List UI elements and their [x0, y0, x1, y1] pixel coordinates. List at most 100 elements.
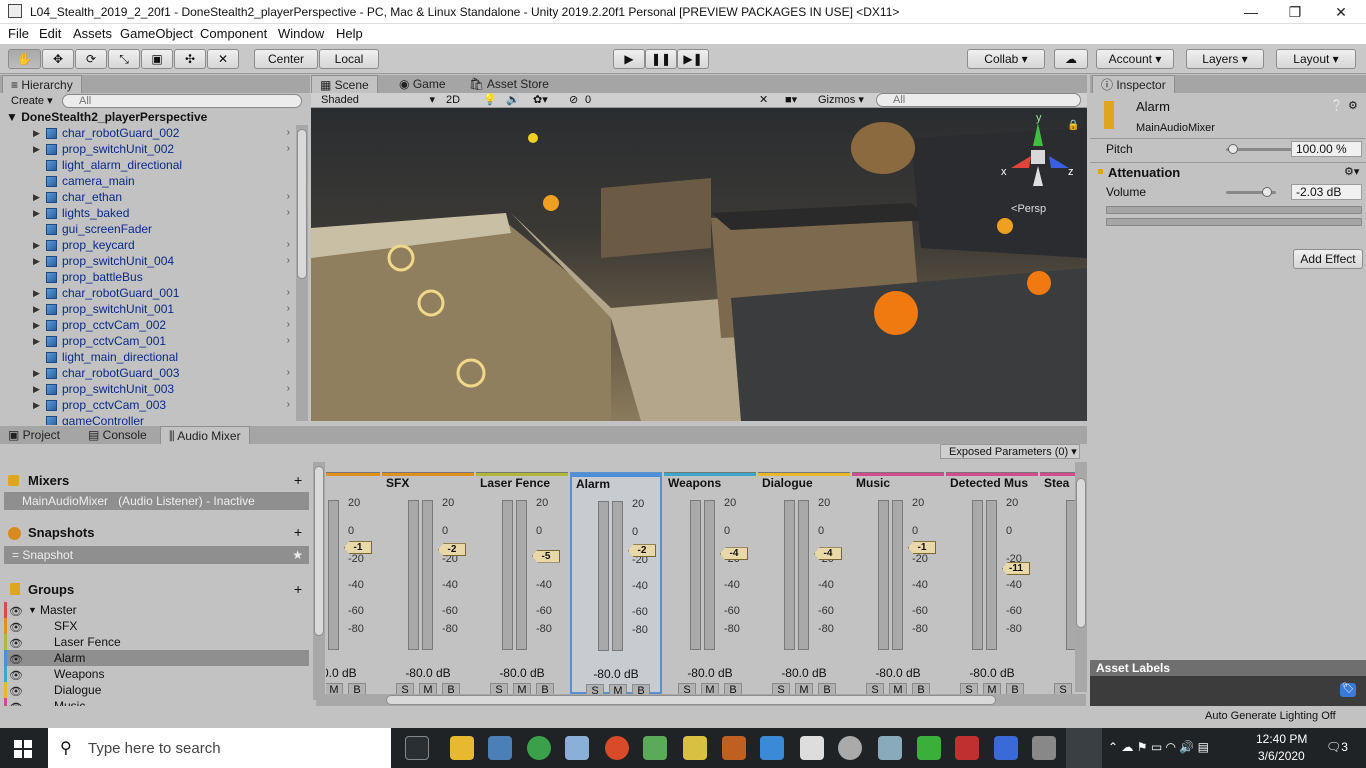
- hierarchy-item[interactable]: ▶ prop_switchUnit_003 ›: [0, 381, 296, 397]
- expand-arrow-icon[interactable]: ▶: [33, 365, 40, 381]
- prefab-arrow-icon[interactable]: ›: [287, 205, 290, 221]
- mixer-sidebar-scrollbar[interactable]: [313, 462, 325, 700]
- hierarchy-item[interactable]: gameController: [0, 413, 296, 425]
- volume-fader-handle[interactable]: -1: [908, 541, 936, 555]
- app-icon-3[interactable]: [683, 736, 707, 760]
- hierarchy-item[interactable]: camera_main: [0, 173, 296, 189]
- prefab-arrow-icon[interactable]: ›: [287, 317, 290, 333]
- group-row[interactable]: 👁 ▼ Master: [4, 602, 309, 618]
- mixer-sidebar-scroll-thumb[interactable]: [314, 466, 324, 636]
- hierarchy-item[interactable]: ▶ char_robotGuard_002 ›: [0, 125, 296, 141]
- clock-date[interactable]: 3/6/2020: [1258, 749, 1305, 763]
- app-icon-9[interactable]: [994, 736, 1018, 760]
- mixer-strip[interactable]: Detected Mus 20 0 -20 -40 -60 -80 -11 -80.0 dB S M…: [946, 472, 1038, 697]
- pitch-slider-knob[interactable]: [1227, 144, 1238, 154]
- clock-time[interactable]: 12:40 PM: [1256, 732, 1307, 746]
- volume-fader-handle[interactable]: -4: [814, 547, 842, 561]
- expand-arrow-icon[interactable]: ▶: [33, 333, 40, 349]
- layers-dropdown[interactable]: Layers ▾: [1186, 49, 1264, 69]
- attenuation-gear-icon[interactable]: ⚙▾: [1344, 165, 1359, 178]
- app-icon-10[interactable]: [1032, 736, 1056, 760]
- group-row[interactable]: 👁Music: [4, 698, 309, 706]
- volume-fader-handle[interactable]: -2: [628, 544, 656, 558]
- star-icon[interactable]: ★: [292, 546, 303, 564]
- expand-arrow-icon[interactable]: ▶: [33, 141, 40, 157]
- tab-project[interactable]: ▣ Project: [0, 426, 68, 444]
- app-icon-5[interactable]: [760, 736, 784, 760]
- layout-dropdown[interactable]: Layout ▾: [1276, 49, 1356, 69]
- expand-arrow-icon[interactable]: ▶: [33, 237, 40, 253]
- hierarchy-item[interactable]: ▶ prop_cctvCam_001 ›: [0, 333, 296, 349]
- expand-arrow-icon[interactable]: ▶: [33, 253, 40, 269]
- tab-inspector[interactable]: ⓘ Inspector: [1092, 75, 1175, 93]
- expand-arrow-icon[interactable]: ▶: [33, 205, 40, 221]
- mixer-strip[interactable]: ter200-20-40-60-80-1-80.0 dBSMB: [326, 472, 380, 697]
- prefab-arrow-icon[interactable]: ›: [287, 285, 290, 301]
- notifications-icon[interactable]: 🗨3: [1326, 740, 1348, 754]
- prefab-arrow-icon[interactable]: ›: [287, 253, 290, 269]
- expand-arrow-icon[interactable]: ▶: [33, 397, 40, 413]
- volume-fader-handle[interactable]: -5: [532, 549, 560, 563]
- asset-labels-bar[interactable]: Asset Labels: [1090, 660, 1366, 676]
- group-row[interactable]: 👁 Alarm: [4, 650, 309, 666]
- menu-assets[interactable]: Assets: [73, 26, 112, 41]
- hierarchy-scroll-thumb[interactable]: [297, 129, 307, 279]
- expand-arrow-icon[interactable]: ▶: [33, 301, 40, 317]
- settings-icon[interactable]: [838, 736, 862, 760]
- add-group-button[interactable]: +: [294, 581, 302, 597]
- hierarchy-item[interactable]: ▶ prop_switchUnit_001 ›: [0, 301, 296, 317]
- volume-fader-handle[interactable]: -4: [720, 547, 748, 561]
- menu-file[interactable]: File: [8, 26, 29, 41]
- volume-slider-knob[interactable]: [1262, 187, 1272, 197]
- hierarchy-item[interactable]: light_alarm_directional: [0, 157, 296, 173]
- custom-tool-icon[interactable]: ✕: [207, 49, 239, 69]
- group-row[interactable]: 👁 Dialogue: [4, 682, 309, 698]
- mixer-strip[interactable]: Dialogue200-20-40-60-80-4-80.0 dBSMB: [758, 472, 850, 697]
- hierarchy-item[interactable]: ▶ char_robotGuard_001 ›: [0, 285, 296, 301]
- add-mixer-button[interactable]: +: [294, 472, 302, 488]
- hand-tool-icon[interactable]: ✋: [8, 49, 41, 69]
- close-button[interactable]: ✕: [1318, 0, 1364, 24]
- app-icon-8[interactable]: [955, 736, 979, 760]
- prefab-arrow-icon[interactable]: ›: [287, 301, 290, 317]
- settings-gear-icon[interactable]: ⚙: [1348, 99, 1358, 112]
- snapshot-entry[interactable]: = Snapshot ★: [4, 546, 309, 564]
- account-dropdown[interactable]: Account ▾: [1096, 49, 1174, 69]
- expand-arrow-icon[interactable]: ▶: [33, 189, 40, 205]
- app-icon-2[interactable]: [643, 736, 667, 760]
- expand-arrow-icon[interactable]: ▶: [33, 381, 40, 397]
- tab-audio-mixer[interactable]: ⫼ Audio Mixer: [160, 426, 250, 444]
- menu-gameobject[interactable]: GameObject: [120, 26, 193, 41]
- volume-fader-handle[interactable]: -2: [438, 543, 466, 557]
- mixer-v-scrollbar[interactable]: [1075, 462, 1087, 692]
- hierarchy-item[interactable]: gui_screenFader: [0, 221, 296, 237]
- task-view-icon[interactable]: [405, 736, 429, 760]
- menu-edit[interactable]: Edit: [39, 26, 61, 41]
- hierarchy-item[interactable]: prop_battleBus: [0, 269, 296, 285]
- group-row[interactable]: 👁 Weapons: [4, 666, 309, 682]
- hierarchy-item[interactable]: ▶ char_ethan ›: [0, 189, 296, 205]
- prefab-arrow-icon[interactable]: ›: [287, 125, 290, 141]
- move-tool-icon[interactable]: ✥: [42, 49, 74, 69]
- add-snapshot-button[interactable]: +: [294, 524, 302, 540]
- hierarchy-scrollbar[interactable]: [296, 125, 308, 421]
- calculator-icon[interactable]: [800, 736, 824, 760]
- expand-arrow-icon[interactable]: ▶: [33, 285, 40, 301]
- volume-fader-handle[interactable]: -1: [344, 541, 372, 555]
- help-icon[interactable]: ❔: [1330, 99, 1344, 112]
- photos-icon[interactable]: [488, 736, 512, 760]
- restore-button[interactable]: ❐: [1272, 0, 1318, 24]
- hierarchy-item[interactable]: light_main_directional: [0, 349, 296, 365]
- group-row[interactable]: 👁 Laser Fence: [4, 634, 309, 650]
- menu-component[interactable]: Component: [200, 26, 267, 41]
- collapse-arrow-icon[interactable]: ▼: [28, 602, 37, 618]
- prefab-arrow-icon[interactable]: ›: [287, 365, 290, 381]
- app-icon-1[interactable]: [605, 736, 629, 760]
- mixer-strip[interactable]: Music 20 0 -20 -40 -60 -80 -1 -80.0 dB S M B: [852, 472, 944, 697]
- volume-fader-handle[interactable]: -11: [1002, 562, 1030, 576]
- expand-arrow-icon[interactable]: ▶: [33, 317, 40, 333]
- prefab-arrow-icon[interactable]: ›: [287, 333, 290, 349]
- add-effect-button[interactable]: Add Effect: [1293, 249, 1363, 269]
- create-button[interactable]: Create ▾: [11, 94, 53, 108]
- prefab-arrow-icon[interactable]: ›: [287, 381, 290, 397]
